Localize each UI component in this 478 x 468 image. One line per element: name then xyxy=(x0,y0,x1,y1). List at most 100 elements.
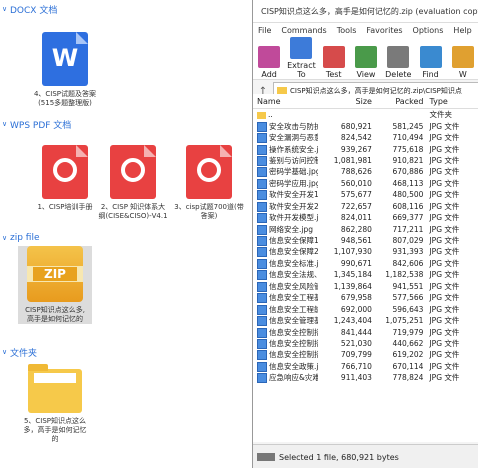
file-item[interactable]: W 4、CISP试题及答案 (515多题整理版) xyxy=(28,32,102,108)
menu-tools[interactable]: Tools xyxy=(337,26,357,35)
table-row[interactable]: 信息安全保障1.j... 948,561 807,029 JPG 文件 xyxy=(253,235,478,247)
chevron-down-icon[interactable]: ∨ xyxy=(2,120,10,128)
toolbar-test-button[interactable]: Test xyxy=(318,46,350,79)
pdf-logo-icon xyxy=(53,158,77,182)
table-row[interactable]: 信息安全控制措... 709,799 619,202 JPG 文件 xyxy=(253,349,478,361)
file-packed: 608,116 xyxy=(392,201,424,211)
image-file-icon xyxy=(257,167,267,178)
file-name: 信息安全风险管... xyxy=(269,281,318,291)
chevron-down-icon[interactable]: ∨ xyxy=(2,348,10,356)
find-icon xyxy=(419,46,442,68)
menu-file[interactable]: File xyxy=(258,26,271,35)
table-row[interactable]: 鉴别与访问控制... 1,081,981 910,821 JPG 文件 xyxy=(253,155,478,166)
section-header[interactable]: ∨ zip file xyxy=(2,231,40,245)
file-item[interactable]: ZIP CISP知识点这么多, 高手是如何记忆的 xyxy=(18,246,92,324)
status-text: Selected 1 file, 680,921 bytes xyxy=(279,452,399,462)
word-letter-w: W xyxy=(51,44,79,72)
table-row[interactable]: 操作系统安全.jpg 939,267 775,618 JPG 文件 xyxy=(253,143,478,155)
file-label-line: 3、cisp试题700道(带 xyxy=(174,203,244,211)
toolbar-label: Delete xyxy=(385,70,412,79)
image-file-icon xyxy=(257,293,267,304)
column-size[interactable]: Size xyxy=(318,97,372,106)
toolbar-label: Add xyxy=(261,70,277,79)
table-row[interactable]: 信息安全风险管... 1,139,864 941,551 JPG 文件 xyxy=(253,281,478,292)
toolbar-extract-to-button[interactable]: Extract To xyxy=(285,37,317,79)
column-name[interactable]: Name xyxy=(253,97,318,106)
file-item[interactable]: 5、CISP知识点这么 多，高手是如何记忆的 xyxy=(18,363,92,444)
table-row[interactable]: 密码学应用.jpg 560,010 468,113 JPG 文件 xyxy=(253,178,478,189)
section-header[interactable]: ∨ 文件夹 xyxy=(2,345,37,359)
file-size: 862,280 xyxy=(340,224,372,234)
table-row[interactable]: 信息安全保障2.j... 1,107,930 931,393 JPG 文件 xyxy=(253,246,478,258)
file-name: 信息安全管理基... xyxy=(269,316,318,326)
menu-favorites[interactable]: Favorites xyxy=(366,26,402,35)
table-row[interactable]: 安全攻击与防护... 680,921 581,245 JPG 文件 xyxy=(253,120,478,132)
file-name-cell: 信息安全政策.jpg xyxy=(253,361,318,372)
parent-folder-row[interactable]: .. 文件夹 xyxy=(253,109,478,120)
file-label-line: 4、CISP试题及答案 xyxy=(33,90,97,98)
file-name: 信息安全控制措... xyxy=(269,338,318,348)
table-row[interactable]: 网络安全.jpg 862,280 717,211 JPG 文件 xyxy=(253,223,478,235)
file-item[interactable]: 1、CISP培训手册 xyxy=(28,145,102,212)
file-list[interactable]: Name Size Packed Type .. 文件夹 安全攻击与防护... 6… xyxy=(253,94,478,442)
toolbar-w-button[interactable]: W xyxy=(447,46,478,79)
view-icon xyxy=(354,46,377,68)
file-item[interactable]: 2、CISP 知识体系大 纲(CISE&CISO)-V4.1 xyxy=(96,145,170,221)
file-name-cell: 信息安全管理基... xyxy=(253,315,318,327)
file-type: JPG 文件 xyxy=(429,190,460,200)
parent-name: .. xyxy=(268,110,273,120)
image-file-icon xyxy=(257,190,267,201)
menu-commands[interactable]: Commands xyxy=(281,26,326,35)
file-type: JPG 文件 xyxy=(429,338,460,348)
table-row[interactable]: 密码学基础.jpg 788,626 670,886 JPG 文件 xyxy=(253,166,478,178)
file-name-cell: 操作系统安全.jpg xyxy=(253,144,318,155)
toolbar-add-button[interactable]: Add xyxy=(253,46,285,79)
file-name: 信息安全工程能... xyxy=(269,304,318,314)
toolbar-label: Test xyxy=(325,70,342,79)
table-row[interactable]: 软件开发模型.jpg 824,011 669,377 JPG 文件 xyxy=(253,212,478,224)
table-row[interactable]: 软件安全开发2.j... 722,657 608,116 JPG 文件 xyxy=(253,201,478,212)
file-item[interactable]: 3、cisp试题700道(带 答案) xyxy=(172,145,246,221)
file-name-cell: 应急响应&灾难... xyxy=(253,372,318,384)
table-row[interactable]: 信息安全工程基... 679,958 577,566 JPG 文件 xyxy=(253,292,478,304)
menu-options[interactable]: Options xyxy=(413,26,444,35)
file-label: 4、CISP试题及答案 (515多题整理版) xyxy=(28,90,102,108)
menu-help[interactable]: Help xyxy=(453,26,471,35)
toolbar-find-button[interactable]: Find xyxy=(414,46,446,79)
w-icon xyxy=(451,46,474,68)
chevron-down-icon[interactable]: ∨ xyxy=(2,234,10,242)
file-type: JPG 文件 xyxy=(429,155,460,165)
toolbar-label: View xyxy=(356,70,376,79)
image-file-icon xyxy=(257,201,267,212)
file-name-cell: 网络安全.jpg xyxy=(253,224,318,235)
table-row[interactable]: 信息安全控制措... 521,030 440,662 JPG 文件 xyxy=(253,338,478,349)
file-size: 521,030 xyxy=(340,338,372,348)
toolbar-delete-button[interactable]: Delete xyxy=(382,46,414,79)
section-header[interactable]: ∨ DOCX 文档 xyxy=(2,2,57,16)
table-row[interactable]: 信息安全政策.jpg 766,710 670,114 JPG 文件 xyxy=(253,361,478,372)
chevron-down-icon[interactable]: ∨ xyxy=(2,5,10,13)
file-name-cell: 安全攻击与防护... xyxy=(253,121,318,132)
table-row[interactable]: 安全漏洞与恶意... 824,542 710,494 JPG 文件 xyxy=(253,132,478,144)
table-row[interactable]: 信息安全工程能... 692,000 596,643 JPG 文件 xyxy=(253,303,478,315)
table-row[interactable]: 应急响应&灾难... 911,403 778,824 JPG 文件 xyxy=(253,372,478,384)
toolbar-view-button[interactable]: View xyxy=(350,46,382,79)
title-bar[interactable]: CISP知识点这么多，高手是如何记忆的.zip (evaluation copy… xyxy=(253,0,478,23)
winrar-window[interactable]: CISP知识点这么多，高手是如何记忆的.zip (evaluation copy… xyxy=(252,0,478,468)
table-row[interactable]: 信息安全标准.jpg 990,671 842,606 JPG 文件 xyxy=(253,258,478,269)
column-packed[interactable]: Packed xyxy=(372,97,423,106)
table-row[interactable]: 信息安全法规、... 1,345,184 1,182,538 JPG 文件 xyxy=(253,269,478,281)
table-row[interactable]: 信息安全控制措... 841,444 719,979 JPG 文件 xyxy=(253,326,478,338)
file-label: 5、CISP知识点这么 多，高手是如何记忆的 xyxy=(18,417,92,444)
table-row[interactable]: 软件安全开发1.j... 575,677 480,500 JPG 文件 xyxy=(253,189,478,201)
section-title: WPS PDF 文档 xyxy=(10,120,72,131)
file-packed: 670,114 xyxy=(392,361,424,371)
folder-paper xyxy=(34,373,76,383)
table-row[interactable]: 信息安全管理基... 1,243,404 1,075,251 JPG 文件 xyxy=(253,315,478,327)
section-header[interactable]: ∨ WPS PDF 文档 xyxy=(2,117,71,131)
file-type: JPG 文件 xyxy=(429,281,460,291)
file-size: 766,710 xyxy=(340,361,372,371)
file-name-cell: 软件安全开发2.j... xyxy=(253,201,318,212)
file-size: 709,799 xyxy=(340,350,372,360)
column-type[interactable]: Type xyxy=(423,97,478,106)
